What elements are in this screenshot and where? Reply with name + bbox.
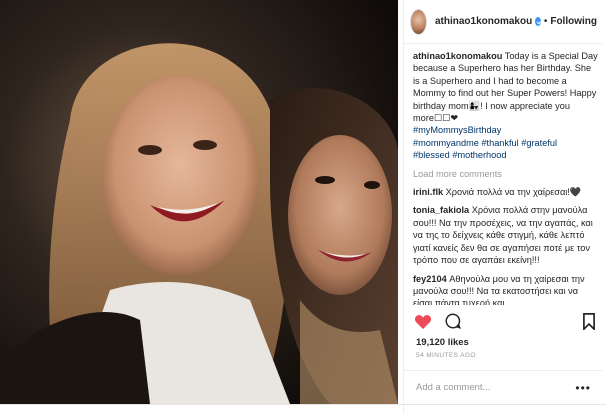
more-options-icon[interactable]: ••• [575, 381, 591, 395]
caption-username[interactable]: athinao1konomakou [413, 51, 502, 61]
hashtag-line-3[interactable]: #blessed #motherhood [413, 150, 506, 160]
hashtag-line-1[interactable]: #myMommysBirthday [413, 125, 501, 135]
following-button[interactable]: Following [550, 16, 597, 27]
heart-icon[interactable] [413, 311, 433, 331]
instagram-post: athinao1konomakou • Following athinao1ko… [0, 0, 606, 414]
caption-text: Today is a Special Day because a Superhe… [413, 51, 598, 124]
post-header: athinao1konomakou • Following [404, 0, 603, 44]
add-comment-bar: Add a comment... ••• [404, 370, 603, 404]
avatar[interactable] [410, 8, 427, 35]
selfie-image [0, 0, 398, 404]
post-photo[interactable] [0, 0, 398, 404]
comment: irini.flk Χρονιά πολλά να την χαίρεσαι!🖤 [413, 186, 599, 198]
post-sidebar: athinao1konomakou • Following athinao1ko… [403, 0, 603, 414]
timestamp: 54 MINUTES AGO [416, 352, 476, 359]
hashtag-line-2[interactable]: #mommyandme #thankful #grateful [413, 138, 557, 148]
bookmark-icon[interactable] [579, 311, 599, 331]
comment-username[interactable]: irini.flk [413, 187, 443, 197]
comment: tonia_fakiola Χρόνια πολλά στην μανούλα … [413, 204, 599, 266]
add-comment-input[interactable]: Add a comment... [416, 382, 575, 393]
comment-username[interactable]: tonia_fakiola [413, 205, 469, 215]
separator-dot: • [543, 16, 548, 27]
comments-list[interactable]: athinao1konomakou Today is a Special Day… [413, 50, 599, 305]
comment-icon[interactable] [443, 311, 463, 331]
header-username[interactable]: athinao1konomakou [435, 16, 532, 27]
caption: athinao1konomakou Today is a Special Day… [413, 50, 599, 162]
comment: fey2104 Αθηνούλα μου να τη χαίρεσαι την … [413, 273, 599, 306]
comment-text: Χρονιά πολλά να την χαίρεσαι!🖤 [443, 187, 582, 198]
likes-count[interactable]: 19,120 likes [416, 337, 469, 348]
comment-username[interactable]: fey2104 [413, 274, 447, 284]
verified-badge-icon [535, 17, 541, 26]
action-bar [413, 308, 599, 334]
divider [0, 404, 606, 405]
load-more-comments[interactable]: Load more comments [413, 168, 599, 180]
